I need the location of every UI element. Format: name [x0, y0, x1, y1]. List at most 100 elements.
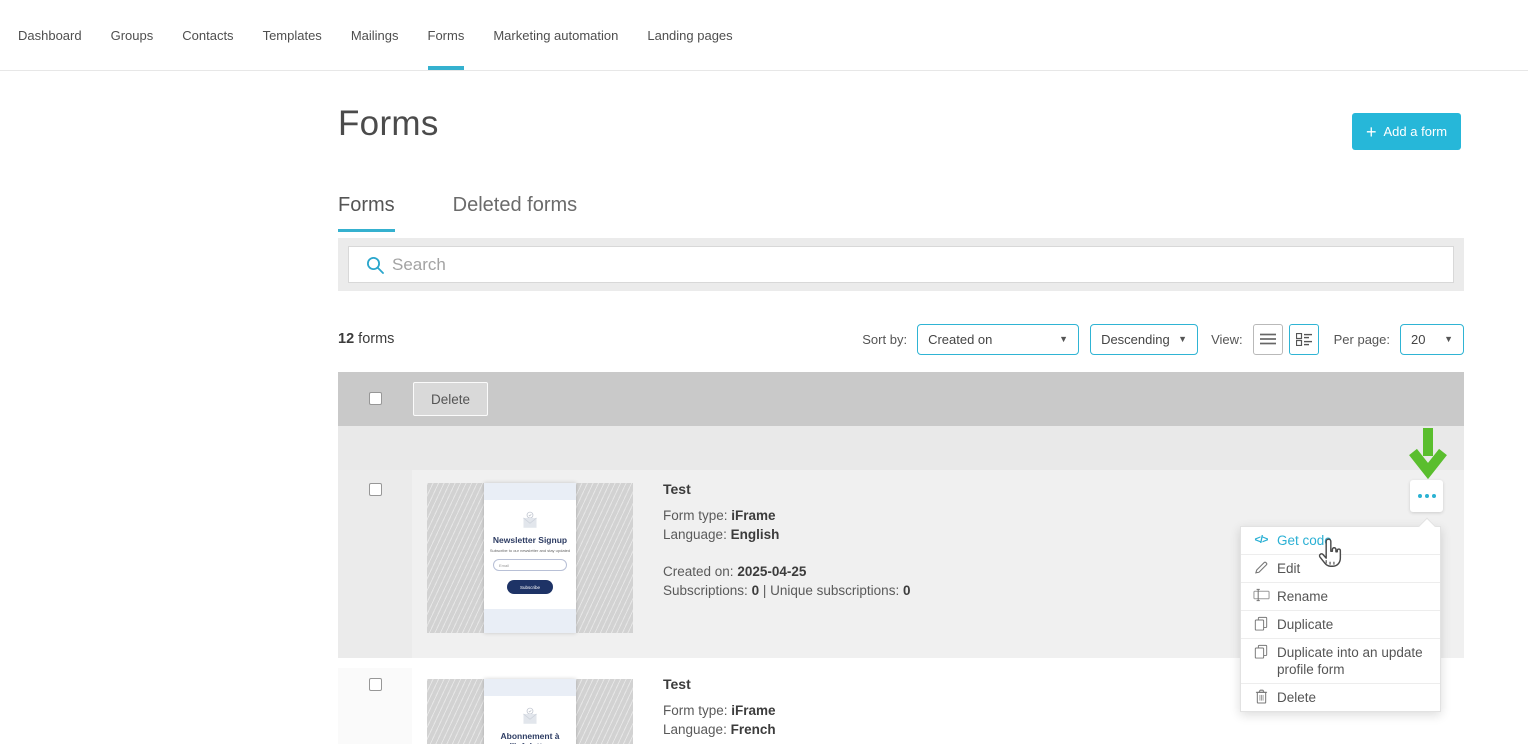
language-line: Language: French	[663, 720, 776, 739]
per-page-select[interactable]: 20 ▼	[1400, 324, 1464, 355]
language-value: English	[731, 527, 780, 542]
envelope-icon	[520, 511, 540, 529]
unique-subscriptions-label: Unique subscriptions:	[770, 583, 899, 598]
preview-form-title: Abonnement à l'infolettre	[491, 731, 569, 744]
row-checkbox[interactable]	[369, 678, 382, 691]
menu-item-label: Duplicate into an update profile form	[1277, 645, 1423, 677]
nav-item-marketing-automation[interactable]: Marketing automation	[493, 0, 618, 70]
subscriptions-value: 0	[752, 583, 760, 598]
search-icon	[366, 256, 385, 275]
trash-icon	[1252, 689, 1270, 708]
forms-count: 12 forms	[338, 331, 394, 347]
form-type-value: iFrame	[731, 508, 775, 523]
nav-item-landing-pages[interactable]: Landing pages	[647, 0, 732, 70]
nav-item-forms[interactable]: Forms	[428, 0, 465, 70]
menu-item-rename[interactable]: Rename	[1241, 582, 1440, 610]
more-actions-button[interactable]	[1410, 480, 1443, 512]
nav-item-templates[interactable]: Templates	[263, 0, 322, 70]
form-details: Test Form type: iFrame Language: French	[663, 676, 776, 739]
language-label: Language:	[663, 722, 727, 737]
search-box	[348, 246, 1454, 283]
preview-subscribe-button: Subscribe	[507, 580, 553, 594]
forms-page: Dashboard Groups Contacts Templates Mail…	[0, 0, 1528, 744]
rename-icon	[1252, 588, 1270, 606]
envelope-icon	[520, 707, 540, 725]
tab-deleted-forms[interactable]: Deleted forms	[453, 194, 578, 232]
sort-direction-value: Descending	[1101, 332, 1170, 347]
form-type-line: Form type: iFrame	[663, 701, 776, 720]
subscriptions-label: Subscriptions:	[663, 583, 748, 598]
ellipsis-icon	[1418, 494, 1422, 498]
forms-count-number: 12	[338, 331, 354, 347]
pencil-icon	[1252, 560, 1270, 579]
preview-header-band	[484, 679, 576, 696]
menu-item-label: Delete	[1277, 690, 1316, 705]
nav-item-groups[interactable]: Groups	[111, 0, 154, 70]
list-view-button[interactable]	[1253, 324, 1283, 355]
green-arrow-annotation	[1408, 426, 1448, 480]
chevron-down-icon: ▼	[1059, 334, 1068, 344]
bulk-delete-button[interactable]: Delete	[413, 382, 488, 416]
duplicate-icon	[1252, 644, 1270, 663]
nav-item-contacts[interactable]: Contacts	[182, 0, 233, 70]
unique-subscriptions-value: 0	[903, 583, 911, 598]
list-view-icon	[1260, 333, 1276, 345]
hand-cursor-icon	[1316, 538, 1343, 569]
menu-item-delete[interactable]: Delete	[1241, 683, 1440, 711]
plus-icon: +	[1366, 123, 1377, 141]
toolbar: 12 forms Sort by: Created on ▼ Descendin…	[338, 323, 1464, 355]
form-preview-card: Abonnement à l'infolettre	[484, 679, 576, 744]
sort-by-select[interactable]: Created on ▼	[917, 324, 1079, 355]
sort-by-label: Sort by:	[862, 332, 907, 347]
chevron-down-icon: ▼	[1444, 334, 1453, 344]
form-thumbnail[interactable]: Abonnement à l'infolettre	[427, 679, 633, 744]
form-type-line: Form type: iFrame	[663, 506, 910, 525]
form-details: Test Form type: iFrame Language: English…	[663, 481, 910, 600]
form-name: Test	[663, 676, 776, 692]
sort-by-value: Created on	[928, 332, 992, 347]
form-thumbnail[interactable]: Newsletter Signup Subscribe to our newsl…	[427, 483, 633, 633]
subscriptions-line: Subscriptions: 0 | Unique subscriptions:…	[663, 581, 910, 600]
form-type-label: Form type:	[663, 703, 728, 718]
language-label: Language:	[663, 527, 727, 542]
sort-direction-select[interactable]: Descending ▼	[1090, 324, 1198, 355]
duplicate-icon	[1252, 616, 1270, 635]
preview-form-subtitle: Subscribe to our newsletter and stay upd…	[490, 548, 570, 553]
row-checkbox[interactable]	[369, 483, 382, 496]
nav-item-dashboard[interactable]: Dashboard	[18, 0, 82, 70]
menu-item-label: Edit	[1277, 561, 1300, 576]
tab-forms[interactable]: Forms	[338, 194, 395, 232]
card-view-button[interactable]	[1289, 324, 1319, 355]
created-value: 2025-04-25	[737, 564, 806, 579]
add-form-button-label: Add a form	[1384, 124, 1448, 139]
menu-item-duplicate[interactable]: Duplicate	[1241, 610, 1440, 638]
language-line: Language: English	[663, 525, 910, 544]
menu-item-duplicate-update-profile[interactable]: Duplicate into an update profile form	[1241, 638, 1440, 683]
nav-item-mailings[interactable]: Mailings	[351, 0, 399, 70]
select-all-checkbox[interactable]	[369, 392, 382, 405]
language-value: French	[731, 722, 776, 737]
preview-email-field: Email	[493, 559, 567, 571]
created-line: Created on: 2025-04-25	[663, 562, 910, 581]
chevron-down-icon: ▼	[1178, 334, 1187, 344]
separator: |	[763, 583, 767, 598]
forms-count-label: forms	[358, 331, 394, 347]
preview-header-band	[484, 483, 576, 500]
top-navigation: Dashboard Groups Contacts Templates Mail…	[0, 0, 1528, 71]
form-name: Test	[663, 481, 910, 497]
list-header: Delete	[338, 372, 1464, 426]
search-input[interactable]	[349, 247, 1453, 282]
form-type-label: Form type:	[663, 508, 728, 523]
add-form-button[interactable]: + Add a form	[1352, 113, 1461, 150]
card-view-icon	[1296, 333, 1312, 346]
per-page-value: 20	[1411, 332, 1425, 347]
menu-item-label: Rename	[1277, 589, 1328, 604]
form-type-value: iFrame	[731, 703, 775, 718]
menu-item-label: Duplicate	[1277, 617, 1333, 632]
preview-footer-band	[484, 609, 576, 633]
page-title: Forms	[338, 104, 439, 144]
checkbox-column	[338, 470, 412, 658]
form-preview-card: Newsletter Signup Subscribe to our newsl…	[484, 483, 576, 633]
code-icon: </>	[1252, 532, 1270, 549]
preview-form-title: Newsletter Signup	[493, 535, 567, 545]
